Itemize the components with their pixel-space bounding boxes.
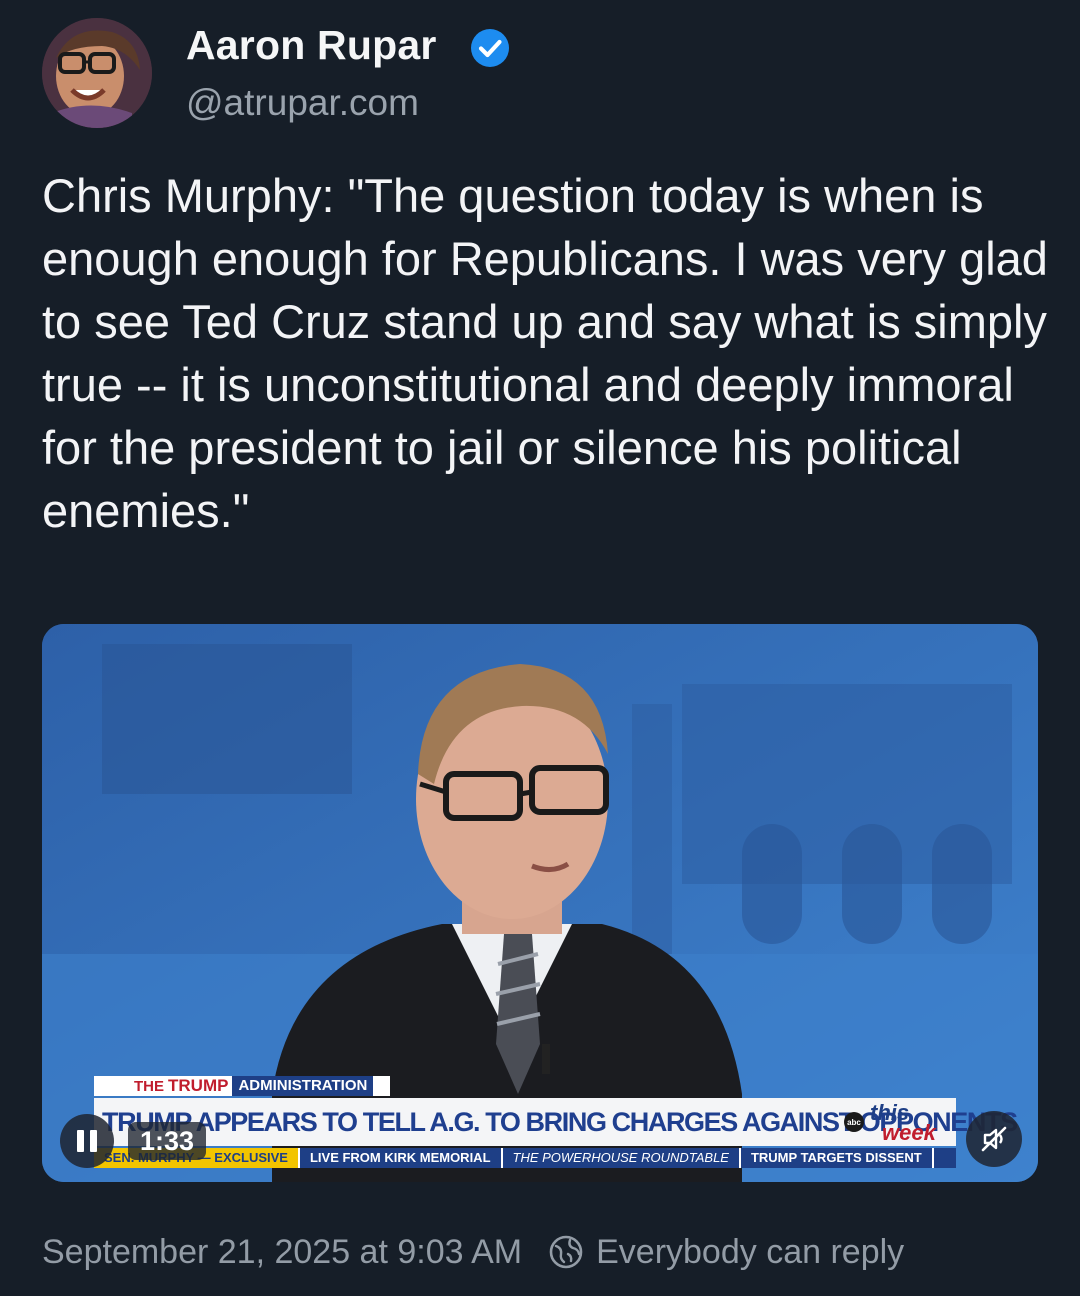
ticker-bar: SEN. MURPHY — EXCLUSIVE LIVE FROM KIRK M… bbox=[94, 1148, 956, 1168]
avatar-image bbox=[42, 18, 152, 128]
ticker-item: LIVE FROM KIRK MEMORIAL bbox=[300, 1148, 503, 1168]
ticker-item: TRUMP TARGETS DISSENT bbox=[741, 1148, 934, 1168]
post-text: Chris Murphy: "The question today is whe… bbox=[42, 169, 1048, 537]
reply-setting[interactable]: Everybody can reply bbox=[596, 1233, 904, 1272]
video-time-remaining: 1:33 bbox=[128, 1122, 207, 1160]
mute-button[interactable] bbox=[966, 1111, 1022, 1167]
speaker-muted-icon bbox=[981, 1126, 1007, 1152]
post-timestamp[interactable]: September 21, 2025 at 9:03 AM bbox=[42, 1233, 522, 1272]
verified-badge-icon bbox=[471, 29, 509, 67]
headline-bar: TRUMP APPEARS TO TELL A.G. TO BRING CHAR… bbox=[94, 1098, 1018, 1146]
network-logo-text: abc bbox=[847, 1118, 861, 1127]
video-player[interactable]: THE TRUMP ADMINISTRATION TRUMP APPEARS T… bbox=[42, 624, 1038, 1182]
author-name[interactable]: Aaron Rupar bbox=[186, 22, 437, 69]
post-meta: September 21, 2025 at 9:03 AM Everybody … bbox=[42, 1230, 904, 1274]
author-handle[interactable]: @atrupar.com bbox=[186, 82, 419, 124]
ticker-item: THE POWERHOUSE ROUNDTABLE bbox=[503, 1148, 741, 1168]
news-lower-third: THE TRUMP ADMINISTRATION TRUMP APPEARS T… bbox=[94, 1076, 1018, 1168]
logo-line-2: week bbox=[882, 1120, 938, 1144]
pause-button[interactable] bbox=[60, 1114, 114, 1168]
pause-icon bbox=[74, 1130, 100, 1152]
kicker-the: THE bbox=[134, 1077, 164, 1095]
section-kicker: THE TRUMP ADMINISTRATION bbox=[94, 1076, 390, 1096]
author-avatar[interactable] bbox=[42, 18, 152, 128]
kicker-section: ADMINISTRATION bbox=[232, 1076, 374, 1096]
this-week-logo: abc this week bbox=[844, 1100, 938, 1144]
globe-icon bbox=[549, 1235, 583, 1269]
kicker-trump: TRUMP bbox=[168, 1076, 229, 1095]
